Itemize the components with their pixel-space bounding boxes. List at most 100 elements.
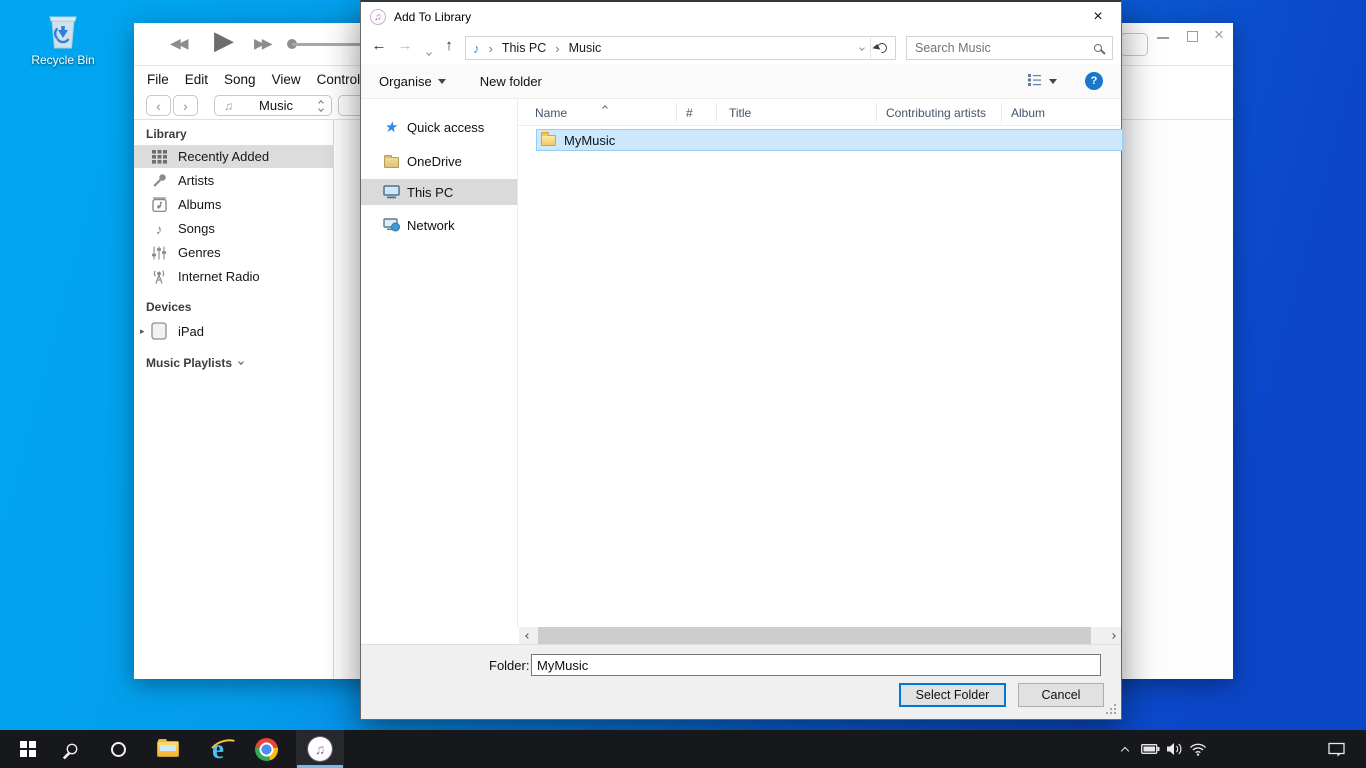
folder-label: Folder: xyxy=(489,658,529,673)
search-input[interactable] xyxy=(907,41,1094,55)
file-explorer-icon xyxy=(157,741,179,757)
media-type-selector[interactable]: ♫ Music xyxy=(214,95,332,116)
column-name[interactable]: Name xyxy=(518,103,677,123)
scroll-right-icon[interactable] xyxy=(1104,627,1121,644)
resize-grip[interactable] xyxy=(1114,712,1116,714)
tray-network[interactable] xyxy=(1186,730,1210,768)
file-row-mymusic[interactable]: MyMusic xyxy=(536,129,1123,151)
breadcrumb-separator: › xyxy=(555,41,559,56)
sidebar-item-genres[interactable]: Genres xyxy=(134,241,334,264)
rewind-button[interactable]: ◀◀ xyxy=(170,35,186,52)
sort-ascending-icon xyxy=(603,99,607,113)
expand-arrow-icon[interactable]: ▸ xyxy=(140,326,145,337)
sidebar-item-songs[interactable]: ♪ Songs xyxy=(134,217,334,240)
nav-item-network[interactable]: Network xyxy=(361,212,517,238)
dialog-nav-bar: ← → ↑ ♪ › This PC › Music xyxy=(361,32,1121,64)
close-icon[interactable]: × xyxy=(1214,25,1224,45)
divider xyxy=(870,37,871,59)
minimize-icon[interactable] xyxy=(1157,37,1169,39)
up-button[interactable]: ↑ xyxy=(439,37,459,54)
menu-file[interactable]: File xyxy=(147,72,169,87)
itunes-taskbar-button[interactable]: ♫ xyxy=(296,730,344,768)
ipad-icon xyxy=(150,322,168,340)
column-album[interactable]: Album xyxy=(1002,103,1120,123)
desktop-background: Recycle Bin ◀◀ ▶ ▶▶ × File Edit Song Vie… xyxy=(0,0,1366,768)
fast-forward-button[interactable]: ▶▶ xyxy=(254,35,270,52)
itunes-search-field[interactable] xyxy=(1120,33,1148,56)
column-title[interactable]: Title xyxy=(717,103,877,123)
windows-logo-icon xyxy=(20,741,37,758)
nav-item-onedrive[interactable]: OneDrive xyxy=(361,148,517,174)
dialog-toolbar: Organise New folder ? xyxy=(361,64,1121,99)
sidebar-item-internet-radio[interactable]: Internet Radio xyxy=(134,265,334,288)
sidebar-item-artists[interactable]: Artists xyxy=(134,169,334,192)
network-icon xyxy=(383,218,400,232)
menu-edit[interactable]: Edit xyxy=(185,72,208,87)
nav-item-quick-access[interactable]: ★ Quick access xyxy=(361,114,517,140)
tray-volume[interactable] xyxy=(1162,730,1186,768)
nav-item-this-pc[interactable]: This PC xyxy=(361,179,517,205)
cortana-button[interactable] xyxy=(96,730,140,768)
address-dropdown-icon[interactable] xyxy=(859,45,865,51)
file-explorer-button[interactable] xyxy=(146,730,190,768)
help-button[interactable]: ? xyxy=(1085,72,1103,90)
radio-tower-icon xyxy=(150,269,168,284)
internet-explorer-icon: e xyxy=(212,736,224,763)
scroll-left-icon[interactable] xyxy=(519,627,536,644)
select-folder-button[interactable]: Select Folder xyxy=(899,683,1006,707)
location-music-icon: ♪ xyxy=(473,41,480,56)
details-view-icon xyxy=(1028,74,1041,89)
media-type-value: Music xyxy=(233,98,319,113)
tray-battery[interactable] xyxy=(1138,730,1162,768)
column-contributing-artists[interactable]: Contributing artists xyxy=(877,103,1002,123)
itunes-icon: ♫ xyxy=(308,737,332,761)
chrome-button[interactable] xyxy=(244,730,288,768)
recycle-bin[interactable]: Recycle Bin xyxy=(30,10,96,67)
sidebar-item-recently-added[interactable]: Recently Added xyxy=(134,145,334,168)
taskbar-search-button[interactable] xyxy=(50,730,94,768)
organise-button[interactable]: Organise xyxy=(379,74,446,89)
volume-slider[interactable] xyxy=(292,43,362,46)
address-bar[interactable]: ♪ › This PC › Music xyxy=(465,36,896,60)
menu-song[interactable]: Song xyxy=(224,72,256,87)
back-button[interactable]: ← xyxy=(369,37,389,54)
dropdown-triangle-icon xyxy=(438,79,446,84)
folder-icon xyxy=(541,135,556,146)
search-icon[interactable] xyxy=(1094,44,1102,52)
itunes-back-button[interactable]: ‹ xyxy=(146,95,171,116)
forward-button[interactable]: → xyxy=(395,37,415,54)
chevron-down-icon xyxy=(238,359,244,365)
sidebar-item-ipad[interactable]: ▸ iPad xyxy=(134,318,334,344)
action-center-icon xyxy=(1328,742,1345,757)
horizontal-scrollbar[interactable] xyxy=(519,627,1121,644)
play-button[interactable]: ▶ xyxy=(214,25,234,56)
grid-icon xyxy=(150,150,168,164)
recent-locations-dropdown-icon[interactable] xyxy=(419,42,439,59)
internet-explorer-button[interactable]: e xyxy=(196,730,240,768)
maximize-icon[interactable] xyxy=(1187,31,1198,42)
dialog-left-nav: ★ Quick access OneDrive This PC Network xyxy=(361,99,517,627)
view-selector[interactable] xyxy=(1028,74,1057,89)
column-number[interactable]: # xyxy=(677,103,717,123)
breadcrumb-music[interactable]: Music xyxy=(569,41,602,55)
breadcrumb-this-pc[interactable]: This PC xyxy=(502,41,546,55)
itunes-forward-button[interactable]: › xyxy=(173,95,198,116)
speaker-icon xyxy=(1166,742,1183,756)
menu-view[interactable]: View xyxy=(272,72,301,87)
recycle-bin-icon xyxy=(30,10,96,50)
chrome-icon xyxy=(255,738,278,761)
search-box[interactable] xyxy=(906,36,1113,60)
dialog-title-bar[interactable]: ♫ Add To Library × xyxy=(361,2,1121,32)
dialog-close-button[interactable]: × xyxy=(1083,5,1113,29)
scrollbar-thumb[interactable] xyxy=(538,627,1091,644)
refresh-icon[interactable] xyxy=(875,41,889,55)
start-button[interactable] xyxy=(6,730,50,768)
tray-show-hidden-icons[interactable] xyxy=(1112,730,1138,768)
new-folder-button[interactable]: New folder xyxy=(480,74,542,89)
selector-spinner-icon xyxy=(319,101,323,111)
action-center-button[interactable] xyxy=(1322,730,1350,768)
sidebar-item-albums[interactable]: Albums xyxy=(134,193,334,216)
music-playlists-header[interactable]: Music Playlists xyxy=(146,356,243,370)
folder-input[interactable] xyxy=(531,654,1101,676)
cancel-button[interactable]: Cancel xyxy=(1018,683,1104,707)
